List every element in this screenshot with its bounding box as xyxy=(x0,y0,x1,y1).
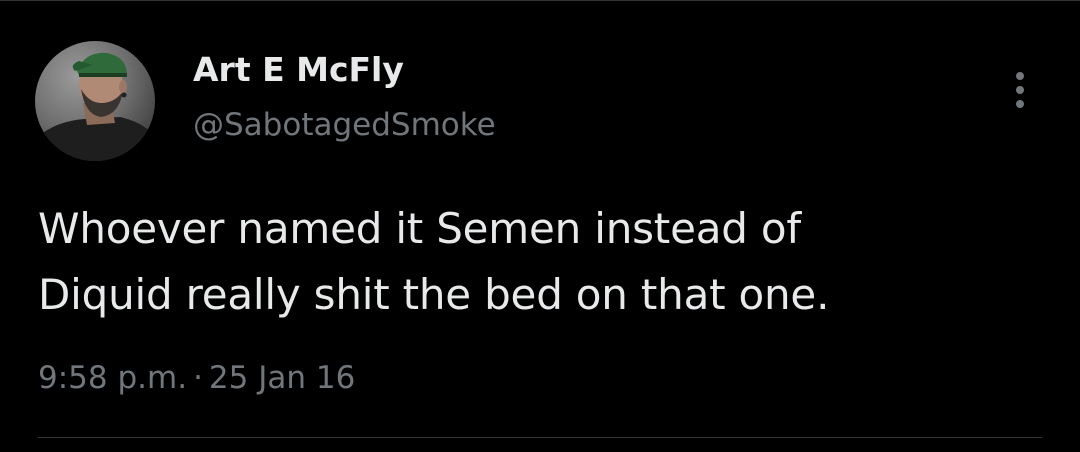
tweet[interactable]: Art E McFly @SabotagedSmoke Whoever name… xyxy=(0,0,1080,452)
user-handle[interactable]: @SabotagedSmoke xyxy=(193,104,496,146)
tweet-timestamp[interactable]: 9:58 p.m. · 25 Jan 16 xyxy=(38,356,355,400)
tweet-time: 9:58 p.m. xyxy=(38,360,188,396)
tweet-text-line: Diquid really shit the bed on that one. xyxy=(38,270,830,319)
tweet-text-line: Whoever named it Semen instead of xyxy=(38,204,801,253)
divider xyxy=(38,437,1042,438)
avatar[interactable] xyxy=(35,41,155,161)
display-name[interactable]: Art E McFly xyxy=(193,48,404,92)
tweet-text: Whoever named it Semen instead of Diquid… xyxy=(38,196,1038,328)
tweet-date: 25 Jan 16 xyxy=(208,360,356,396)
more-options-button[interactable] xyxy=(1000,66,1040,114)
avatar-image xyxy=(35,41,155,161)
meta-separator: · xyxy=(193,360,203,396)
